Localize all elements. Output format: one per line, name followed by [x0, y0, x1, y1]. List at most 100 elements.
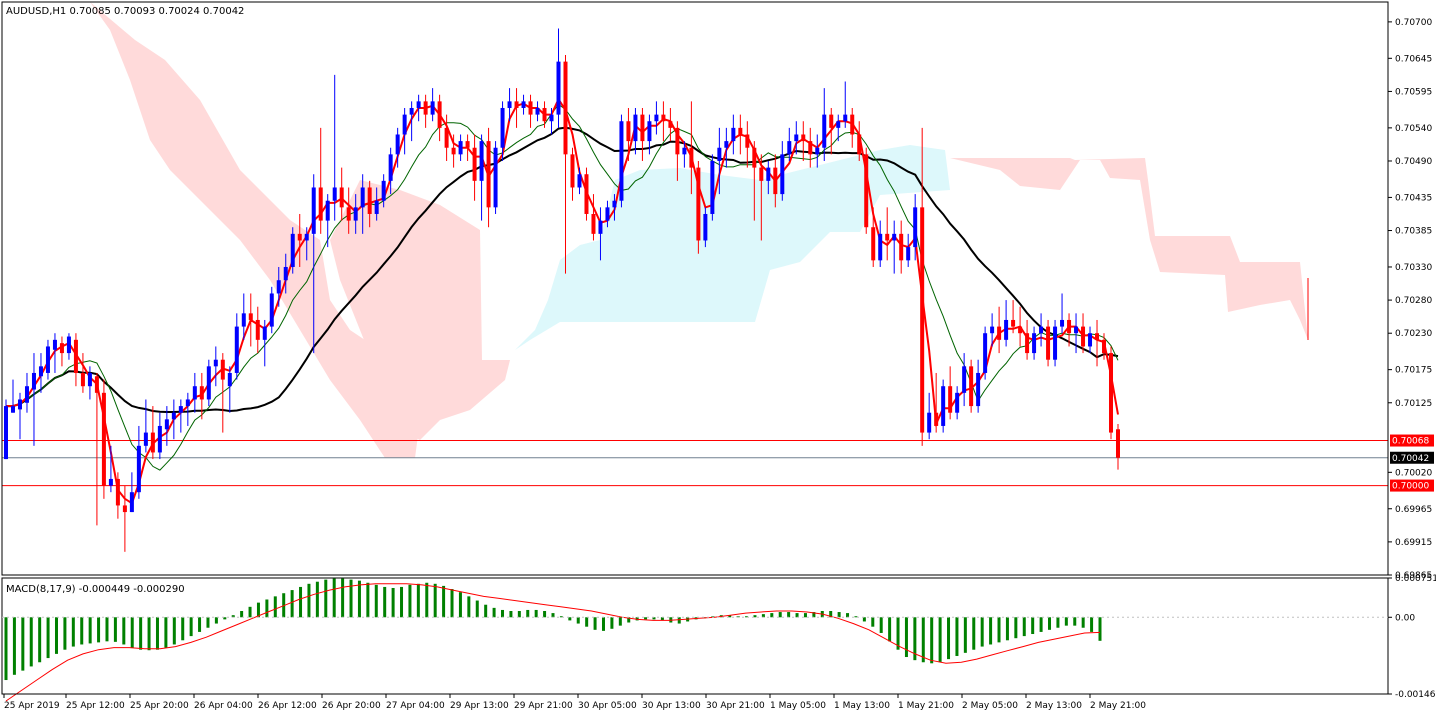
candle-body — [640, 114, 645, 142]
candle-body — [1116, 429, 1120, 458]
macd-hist-bar — [1064, 617, 1068, 626]
candle-body — [661, 114, 666, 122]
candle-body — [1081, 326, 1086, 347]
macd-hist-bar — [189, 617, 193, 637]
candle-body — [626, 121, 631, 142]
candle-body — [52, 339, 57, 350]
macd-hist-bar — [938, 617, 942, 663]
macd-tick-label: 0.00 — [1395, 613, 1415, 623]
macd-hist-bar — [383, 586, 387, 618]
macd-hist-bar — [366, 582, 370, 618]
candle-body — [689, 147, 694, 168]
candle-body — [241, 313, 246, 327]
candle-body — [66, 336, 71, 354]
chart-window[interactable]: 0.70700 0.70645 0.70595 0.70540 0.70490 0.704… — [0, 0, 1436, 716]
candle-body — [199, 386, 204, 400]
price-tick-label: 0.70595 — [1395, 87, 1432, 97]
candle-body — [1053, 326, 1058, 360]
level-tag-label: 0.70068 — [1392, 437, 1429, 447]
time-tick-label: 1 May 21:00 — [898, 701, 954, 711]
candle-body — [878, 233, 883, 261]
candle-body — [1067, 319, 1072, 334]
level-tag-label: 0.70000 — [1392, 482, 1429, 492]
macd-hist-bar — [1098, 617, 1102, 641]
candle-body — [73, 339, 78, 373]
macd-hist-bar — [501, 609, 505, 618]
candle-body — [808, 141, 813, 155]
candle-body — [1109, 353, 1114, 433]
candle-body — [829, 114, 834, 128]
macd-hist-bar — [46, 617, 50, 659]
candle-body — [10, 406, 15, 413]
candle-body — [934, 412, 939, 426]
candle-body — [311, 187, 316, 234]
time-tick-label: 29 Apr 13:00 — [450, 701, 509, 711]
candle-body — [1032, 333, 1037, 354]
candle-body — [584, 174, 589, 214]
candle-body — [563, 61, 568, 155]
time-tick-label: 30 Apr 05:00 — [578, 701, 637, 711]
macd-hist-bar — [442, 585, 446, 618]
macd-hist-bar — [105, 617, 109, 642]
macd-hist-bar — [517, 611, 521, 618]
candle-body — [206, 366, 211, 400]
candle-body — [766, 167, 771, 181]
time-tick-label: 25 Apr 12:00 — [66, 701, 125, 711]
macd-hist-bar — [299, 586, 303, 618]
macd-hist-bar — [54, 617, 58, 654]
macd-hist-bar — [4, 617, 8, 681]
candle-body — [220, 359, 225, 380]
candle-body — [472, 147, 477, 181]
candle-body — [619, 121, 624, 201]
candle-body — [430, 101, 435, 115]
candle-body — [682, 147, 687, 155]
candle-body — [717, 147, 722, 161]
candle-body — [885, 233, 890, 241]
candle-body — [752, 147, 757, 168]
macd-hist-bar — [593, 617, 597, 630]
candle-body — [157, 425, 162, 453]
candle-body — [815, 147, 820, 155]
candle-body — [423, 101, 428, 115]
macd-hist-bar — [526, 609, 530, 618]
candle-body — [920, 207, 925, 433]
candle-body — [38, 366, 43, 377]
macd-hist-bar — [475, 600, 479, 618]
candle-body — [444, 127, 449, 148]
candle-body — [185, 399, 190, 407]
price-tick-label: 0.70175 — [1395, 366, 1432, 376]
time-tick-label: 1 May 13:00 — [834, 701, 890, 711]
candle-body — [87, 372, 92, 387]
macd-hist-bar — [803, 613, 807, 618]
candle-body — [486, 141, 491, 208]
macd-hist-bar — [837, 612, 841, 618]
candle-body — [101, 392, 106, 486]
macd-hist-bar — [214, 617, 218, 624]
candle-body — [696, 167, 701, 241]
macd-hist-bar — [534, 609, 538, 618]
candle-body — [822, 114, 827, 148]
macd-hist-bar — [97, 617, 101, 643]
candle-body — [668, 121, 673, 128]
candle-body — [122, 505, 127, 513]
macd-hist-bar — [181, 617, 185, 641]
candle-body — [997, 326, 1002, 340]
macd-hist-bar — [273, 596, 277, 618]
candle-body — [346, 207, 351, 221]
macd-hist-bar — [576, 617, 580, 624]
candle-body — [1046, 326, 1051, 360]
candle-body — [507, 101, 512, 108]
candle-body — [360, 187, 365, 208]
macd-hist-bar — [155, 617, 159, 650]
price-tick-label: 0.70330 — [1395, 263, 1432, 273]
macd-hist-bar — [904, 617, 908, 658]
candle-body — [409, 107, 414, 115]
time-tick-label: 2 May 13:00 — [1026, 701, 1082, 711]
candle-body — [850, 114, 855, 135]
candle-body — [675, 127, 680, 155]
chart-svg[interactable]: 0.70700 0.70645 0.70595 0.70540 0.70490 0.704… — [0, 0, 1436, 716]
candle-body — [164, 419, 169, 430]
candle-body — [913, 207, 918, 248]
candle-body — [304, 233, 309, 241]
candle-body — [374, 200, 379, 214]
